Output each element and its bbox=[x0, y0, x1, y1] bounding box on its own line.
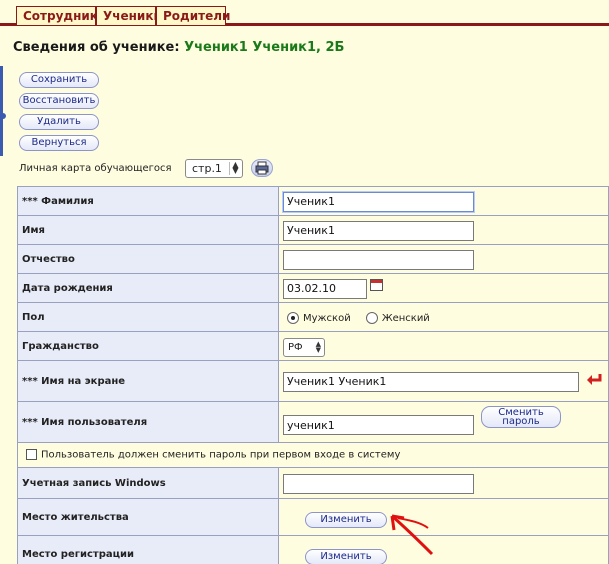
change-password-button[interactable]: Сменить пароль bbox=[481, 406, 561, 428]
patronymic-field[interactable] bbox=[283, 249, 474, 270]
page-title-prefix: Сведения об ученике: bbox=[13, 40, 180, 55]
name-label: Имя bbox=[17, 215, 279, 245]
form-row-username: *** Имя пользователя Сменить пароль bbox=[17, 401, 609, 443]
page-select-value: стр.1 bbox=[192, 162, 222, 175]
form-row-must-change: Пользователь должен сменить пароль при п… bbox=[17, 442, 609, 468]
form-row-residence: Место жительства Изменить bbox=[17, 498, 609, 536]
sex-male-radio[interactable] bbox=[287, 312, 299, 324]
delete-button[interactable]: Удалить bbox=[19, 114, 99, 130]
change-password-line2: пароль bbox=[502, 416, 540, 427]
form-row-registration: Место регистрации Изменить bbox=[17, 535, 609, 564]
form-row-birth: Дата рождения bbox=[17, 273, 609, 303]
patronymic-label: Отчество bbox=[17, 244, 279, 274]
left-strip-dot bbox=[0, 113, 6, 119]
form-row-windows: Учетная запись Windows bbox=[17, 467, 609, 499]
sex-male-label: Мужской bbox=[303, 312, 351, 324]
tab-employees[interactable]: Сотрудники bbox=[16, 6, 106, 25]
surname-label: *** Фамилия bbox=[17, 186, 279, 216]
form-row-surname: *** Фамилия bbox=[17, 186, 609, 216]
page-select[interactable]: стр.1 ▲ ▼ bbox=[185, 159, 243, 178]
calendar-icon[interactable] bbox=[370, 279, 383, 291]
form-row-display-name: *** Имя на экране bbox=[17, 360, 609, 402]
sex-female-radio[interactable] bbox=[365, 312, 378, 324]
display-name-label: *** Имя на экране bbox=[17, 360, 279, 402]
printer-icon[interactable] bbox=[251, 159, 273, 177]
surname-field[interactable] bbox=[283, 191, 474, 212]
windows-account-field[interactable] bbox=[283, 473, 474, 494]
tab-students[interactable]: Ученики bbox=[96, 6, 162, 25]
annotation-arrow-icon bbox=[390, 514, 434, 556]
citizenship-label: Гражданство bbox=[17, 331, 279, 361]
save-button[interactable]: Сохранить bbox=[19, 72, 99, 88]
chevron-updown-icon: ▲ ▼ bbox=[315, 340, 321, 354]
citizenship-value: РФ bbox=[288, 342, 303, 353]
student-name: Ученик1 Ученик1, 2Б bbox=[184, 40, 345, 55]
birth-date-label: Дата рождения bbox=[17, 273, 279, 303]
sex-label: Пол bbox=[17, 302, 279, 332]
windows-account-label: Учетная запись Windows bbox=[17, 467, 279, 499]
personal-card-label: Личная карта обучающегося bbox=[19, 163, 172, 174]
residence-label: Место жительства bbox=[17, 498, 279, 536]
sex-female-label: Женский bbox=[381, 312, 430, 324]
undo-arrow-icon[interactable] bbox=[585, 371, 603, 387]
page-title: Сведения об ученике: Ученик1 Ученик1, 2Б bbox=[13, 40, 344, 55]
tab-parents[interactable]: Родители bbox=[156, 6, 230, 25]
registration-change-button[interactable]: Изменить bbox=[305, 548, 387, 564]
residence-change-button[interactable]: Изменить bbox=[305, 511, 387, 528]
display-name-field[interactable] bbox=[283, 371, 579, 392]
form-row-sex: Пол Мужской Женский bbox=[17, 302, 609, 332]
restore-button[interactable]: Восстановить bbox=[19, 93, 99, 109]
citizenship-select[interactable]: РФ ▲ ▼ bbox=[283, 338, 325, 357]
tabs-bar: Сотрудники Ученики Родители bbox=[0, 0, 609, 26]
form-row-citizenship: Гражданство РФ ▲ ▼ bbox=[17, 331, 609, 361]
student-form: *** Фамилия Имя Отчество Дата рождения П… bbox=[17, 186, 609, 564]
back-button[interactable]: Вернуться bbox=[19, 135, 99, 151]
must-change-password-checkbox[interactable] bbox=[26, 449, 37, 461]
username-label: *** Имя пользователя bbox=[17, 401, 279, 443]
form-row-name: Имя bbox=[17, 215, 609, 245]
left-strip bbox=[0, 66, 3, 156]
must-change-password-label: Пользователь должен сменить пароль при п… bbox=[41, 449, 401, 461]
name-field[interactable] bbox=[283, 220, 474, 241]
registration-label: Место регистрации bbox=[17, 535, 279, 564]
form-row-patronymic: Отчество bbox=[17, 244, 609, 274]
username-field[interactable] bbox=[283, 415, 474, 435]
chevron-updown-icon: ▲ ▼ bbox=[229, 161, 239, 175]
birth-date-field[interactable] bbox=[283, 278, 367, 299]
